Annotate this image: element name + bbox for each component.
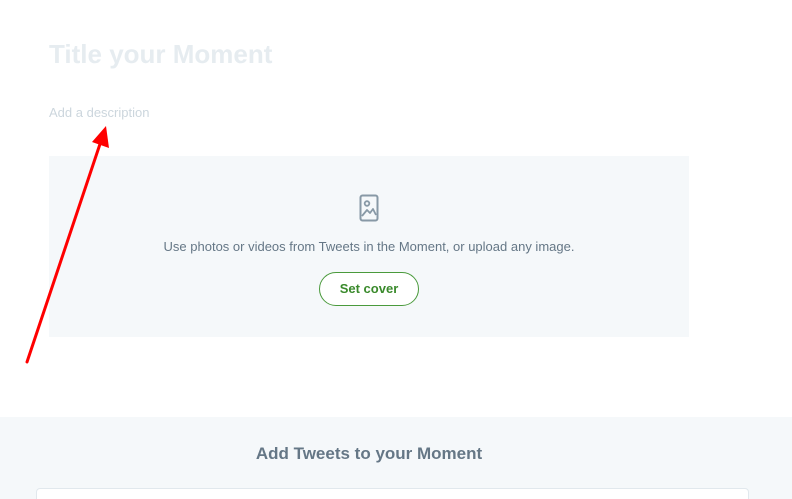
moment-description-input[interactable] — [49, 102, 689, 122]
moment-title-input[interactable] — [49, 34, 689, 74]
moment-editor: Use photos or videos from Tweets in the … — [0, 0, 792, 499]
add-tweets-heading: Add Tweets to your Moment — [255, 444, 483, 463]
cover-upload-panel: Use photos or videos from Tweets in the … — [49, 156, 689, 337]
set-cover-button[interactable]: Set cover — [319, 272, 419, 306]
cover-hint-text: Use photos or videos from Tweets in the … — [163, 239, 575, 254]
tweet-search-field[interactable] — [36, 488, 749, 499]
image-placeholder-icon — [359, 194, 379, 222]
add-tweets-section: Add Tweets to your Moment — [0, 417, 792, 499]
